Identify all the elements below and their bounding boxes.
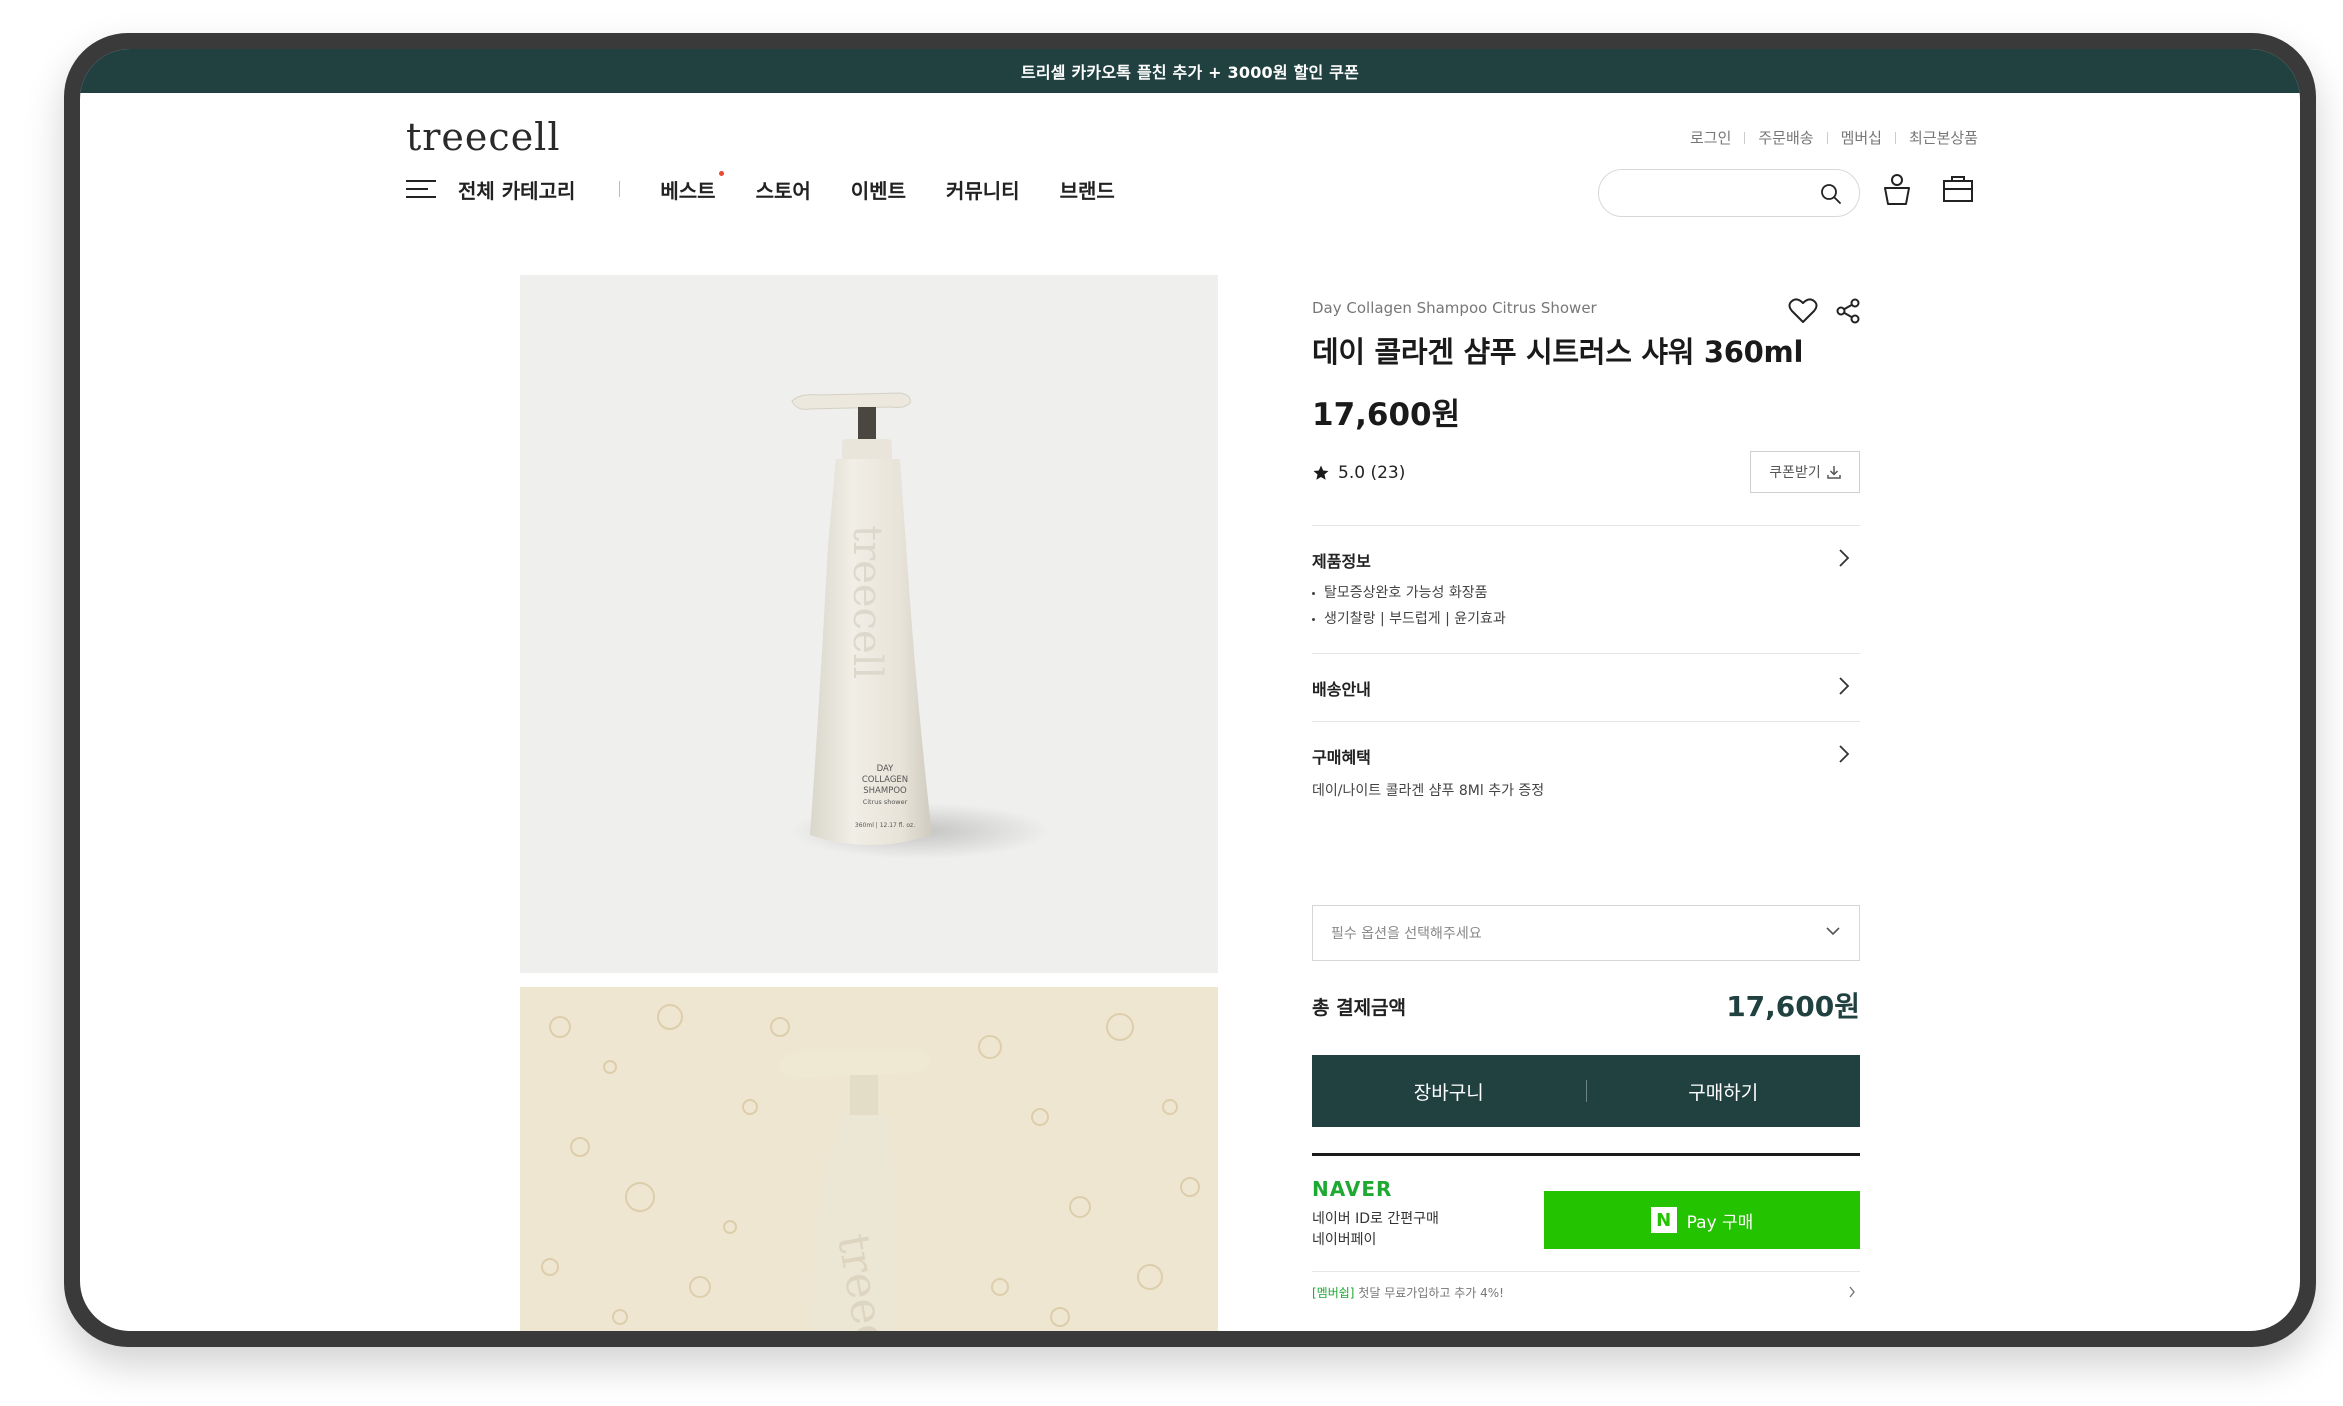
coupon-button-label: 쿠폰받기 (1769, 465, 1821, 481)
chevron-right-icon (1839, 677, 1850, 695)
total-price-value: 17,600원 (1726, 990, 1860, 1023)
search-box[interactable] (1598, 169, 1860, 217)
naver-membership-text: [멤버쉽] 첫달 무료가입하고 추가 4%! (1312, 1284, 1504, 1301)
shipping-info-section[interactable]: 배송안내 (1312, 653, 1860, 721)
naver-n-icon: N (1650, 1207, 1677, 1233)
login-link[interactable]: 로그인 (1690, 127, 1731, 148)
naver-subtext-line: 네이버페이 (1312, 1232, 1377, 1248)
nav-best-label: 베스트 (660, 178, 716, 203)
rating-value: 5.0 (23) (1338, 463, 1406, 483)
order-tracking-link[interactable]: 주문배송 (1758, 127, 1813, 148)
product-detail-text: 탈모증상완호 가능성 화장품 (1324, 585, 1488, 601)
naver-pay-button[interactable]: N Pay 구매 (1544, 1191, 1860, 1249)
coupon-download-button[interactable]: 쿠폰받기 (1750, 451, 1860, 493)
bottle-label-line: COLLAGEN (862, 775, 908, 785)
search-icon[interactable] (1819, 182, 1843, 206)
bullet-icon (1312, 591, 1315, 595)
membership-tag: [멤버쉽] (1312, 1286, 1355, 1300)
chevron-right-icon (1849, 1286, 1855, 1298)
nav-best[interactable]: 베스트 (660, 170, 724, 204)
user-account-icon[interactable] (1880, 171, 1914, 207)
option-select-placeholder: 필수 옵션을 선택해주세요 (1331, 926, 1482, 942)
naver-pay-label: Pay 구매 (1686, 1212, 1754, 1233)
bullet-icon (1312, 617, 1315, 621)
shipping-info-title: 배송안내 (1312, 680, 1371, 699)
bottle-label-line: SHAMPOO (863, 786, 907, 796)
star-icon (1313, 465, 1329, 480)
chevron-down-icon (1826, 927, 1840, 936)
download-icon (1827, 466, 1841, 479)
nav-community[interactable]: 커뮤니티 (946, 175, 1020, 204)
product-detail-image[interactable]: treec (520, 987, 1218, 1331)
wishlist-heart-icon[interactable] (1788, 297, 1818, 325)
product-detail-text: 생기찰랑 | 부드럽게 | 윤기효과 (1324, 611, 1506, 627)
promo-banner[interactable]: 트리셀 카카오톡 플친 추가 + 3000원 할인 쿠폰 (80, 49, 2300, 93)
purchase-benefit-text: 데이/나이트 콜라겐 샴푸 8Ml 추가 증정 (1312, 783, 1545, 799)
bottle-label-line: 360ml | 12.17 fl. oz. (855, 822, 915, 829)
svg-text:treecell: treecell (844, 525, 890, 679)
hamburger-menu-icon[interactable] (406, 178, 436, 200)
membership-promo-text: 첫달 무료가입하고 추가 4%! (1354, 1286, 1504, 1300)
product-detail-line: 탈모증상완호 가능성 화장품 (1312, 582, 1487, 602)
share-icon[interactable] (1834, 297, 1862, 325)
shampoo-bottle-illustration: treecell DAY COLLAGEN SHAMPOO Citrus sho… (790, 392, 1050, 859)
shopping-cart-icon[interactable] (1940, 171, 1976, 207)
promo-banner-text: 트리셀 카카오톡 플친 추가 + 3000원 할인 쿠폰 (1020, 63, 1360, 82)
divider (1826, 131, 1828, 144)
device-frame: 트리셀 카카오톡 플친 추가 + 3000원 할인 쿠폰 treecell 로그… (64, 33, 2316, 1347)
new-dot-badge (718, 170, 724, 176)
product-price: 17,600원 (1312, 397, 1461, 433)
bottle-label-line: Citrus shower (863, 798, 908, 806)
recently-viewed-link[interactable]: 최근본상품 (1909, 127, 1978, 148)
nav-store[interactable]: 스토어 (756, 175, 811, 204)
naver-membership-promo[interactable]: [멤버쉽] 첫달 무료가입하고 추가 4%! (1312, 1271, 1860, 1300)
divider (1894, 131, 1896, 144)
purchase-button-bar: 장바구니 구매하기 (1312, 1055, 1860, 1127)
browser-screen: 트리셀 카카오톡 플친 추가 + 3000원 할인 쿠폰 treecell 로그… (80, 49, 2300, 1331)
buy-now-button[interactable]: 구매하기 (1587, 1055, 1861, 1127)
add-to-cart-button[interactable]: 장바구니 (1312, 1055, 1586, 1127)
product-details-title: 제품정보 (1312, 552, 1371, 571)
product-rating[interactable]: 5.0 (23) (1312, 463, 1405, 483)
option-select[interactable]: 필수 옵션을 선택해주세요 (1312, 905, 1860, 961)
divider (1744, 131, 1746, 144)
product-english-name: Day Collagen Shampoo Citrus Shower (1312, 299, 1597, 317)
chevron-right-icon (1839, 549, 1850, 567)
search-input[interactable] (1619, 170, 1819, 214)
product-detail-line: 생기찰랑 | 부드럽게 | 윤기효과 (1312, 608, 1506, 628)
membership-link[interactable]: 멤버십 (1841, 127, 1882, 148)
naver-subtext: 네이버 ID로 간편구매 네이버페이 (1312, 1209, 1439, 1251)
divider (1312, 1153, 1860, 1156)
utility-links: 로그인 주문배송 멤버십 최근본상품 (1690, 127, 1978, 148)
product-title: 데이 콜라겐 샴푸 시트러스 샤워 360ml (1312, 335, 1804, 369)
main-navigation: 전체 카테고리 베스트 스토어 이벤트 커뮤니티 브랜드 (406, 169, 1155, 209)
foam-bottle-illustration: treec (520, 987, 1218, 1331)
naver-logo: NAVER (1312, 1177, 1393, 1201)
product-details-section[interactable]: 제품정보 탈모증상완호 가능성 화장품 생기찰랑 | 부드럽게 | 윤기효과 (1312, 525, 1860, 641)
product-main-image[interactable]: treecell DAY COLLAGEN SHAMPOO Citrus sho… (520, 275, 1218, 973)
all-category-menu[interactable]: 전체 카테고리 (458, 175, 575, 204)
total-price-label: 총 결제금액 (1312, 997, 1407, 1019)
nav-event[interactable]: 이벤트 (851, 175, 906, 204)
chevron-right-icon (1839, 745, 1850, 763)
divider (619, 181, 621, 197)
purchase-benefit-title: 구매혜택 (1312, 748, 1371, 767)
bottle-label-line: DAY (877, 764, 895, 774)
purchase-benefit-section[interactable]: 구매혜택 데이/나이트 콜라겐 샴푸 8Ml 추가 증정 (1312, 721, 1860, 821)
naver-subtext-line: 네이버 ID로 간편구매 (1312, 1211, 1439, 1227)
brand-logo[interactable]: treecell (406, 115, 561, 159)
nav-brand[interactable]: 브랜드 (1060, 175, 1115, 204)
